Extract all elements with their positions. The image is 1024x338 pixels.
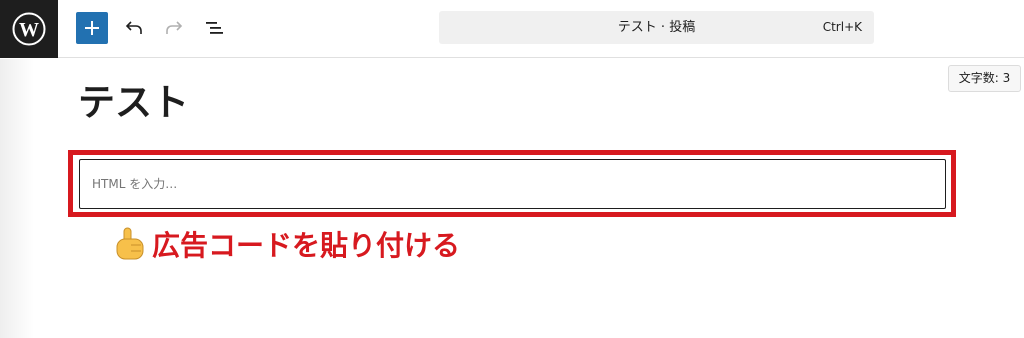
command-palette-bar[interactable]: テスト · 投稿 Ctrl+K xyxy=(439,11,874,44)
document-title: テスト · 投稿 xyxy=(617,20,696,35)
block-inserter-button[interactable] xyxy=(76,12,108,44)
undo-icon xyxy=(125,21,142,34)
editor-toolbar: W テスト · 投稿 Ctrl+K xyxy=(0,0,1024,58)
redo-button[interactable] xyxy=(158,12,190,44)
list-view-icon xyxy=(206,22,223,34)
redo-icon xyxy=(166,21,183,34)
wordpress-icon[interactable]: W xyxy=(0,0,58,58)
undo-button[interactable] xyxy=(118,12,150,44)
document-overview-button[interactable] xyxy=(199,12,231,44)
svg-text:W: W xyxy=(19,19,39,41)
pointing-hand-icon xyxy=(112,226,148,262)
html-block-input[interactable]: HTML を入力… xyxy=(79,159,946,209)
sidebar-shadow xyxy=(0,59,34,338)
annotation-callout: 広告コードを貼り付ける xyxy=(112,224,460,264)
shortcut-hint: Ctrl+K xyxy=(822,20,862,34)
word-count-badge: 文字数: 3 xyxy=(948,65,1021,92)
plus-icon xyxy=(85,21,99,35)
annotation-text: 広告コードを貼り付ける xyxy=(152,229,461,262)
post-title[interactable]: テスト xyxy=(78,80,189,126)
